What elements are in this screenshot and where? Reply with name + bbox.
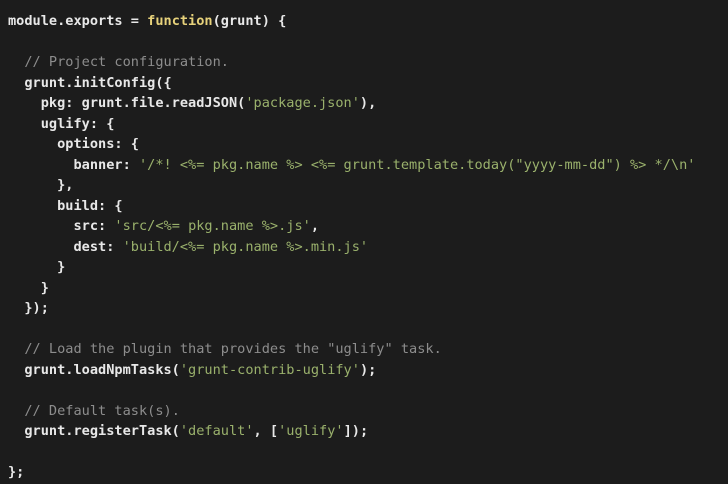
code-lines-container: module.exports = function(grunt) { // Pr… [8,11,728,483]
code-token: grunt.loadNpmTasks( [8,361,180,378]
code-line: module.exports = function(grunt) { [8,11,728,32]
code-line: // Project configuration. [8,52,728,73]
code-token: grunt.registerTask( [8,423,180,439]
code-token: dest: [8,238,123,255]
code-comment: // Project configuration. [24,54,229,70]
code-line: }; [8,462,728,483]
string-literal: 'uglify' [278,423,344,439]
code-token: banner: [8,156,139,173]
code-editor[interactable]: module.exports = function(grunt) { // Pr… [0,0,728,484]
code-line: }, [8,175,728,196]
code-token: , [310,218,320,234]
code-token: src: [8,218,115,234]
code-token: (grunt) { [212,13,287,29]
code-token: , [ [253,423,279,439]
code-comment: // Default task(s). [24,402,180,419]
code-comment: // Load the plugin that provides the "ug… [24,341,442,357]
code-line: // Default task(s). [8,401,728,422]
code-token: pkg: grunt.file.readJSON( [8,95,246,111]
string-literal: 'package.json' [245,95,360,111]
string-literal: 'src/<%= pkg.name %>.js' [114,218,311,234]
code-line: grunt.registerTask('default', ['uglify']… [8,421,728,442]
code-token: module.exports = [8,13,148,29]
code-token: }, [8,177,74,193]
code-token: }); [8,300,49,316]
code-token: }; [8,464,25,480]
code-token: } [8,259,66,275]
string-literal: 'default' [179,423,254,439]
code-line: dest: 'build/<%= pkg.name %>.min.js' [8,237,728,258]
code-token: options: { [8,136,139,152]
code-line: } [8,257,728,278]
code-token: grunt.initConfig({ [8,74,172,91]
string-literal: 'build/<%= pkg.name %>.min.js' [122,238,369,255]
code-line: uglify: { [8,114,728,135]
keyword: function [147,13,213,29]
code-token: ); [359,361,377,378]
code-line: build: { [8,196,728,217]
code-line: } [8,278,728,299]
code-token: ), [359,95,377,111]
code-line: banner: '/*! <%= pkg.name %> <%= grunt.t… [8,155,728,176]
code-line: // Load the plugin that provides the "ug… [8,339,728,360]
code-line: }); [8,298,728,319]
code-line: pkg: grunt.file.readJSON('package.json')… [8,93,728,114]
code-token: uglify: { [8,115,115,132]
code-line: options: { [8,134,728,155]
code-line: grunt.initConfig({ [8,73,728,94]
code-token: ]); [343,423,369,439]
code-line: grunt.loadNpmTasks('grunt-contrib-uglify… [8,360,728,381]
string-literal: '/*! <%= pkg.name %> <%= grunt.template.… [138,156,696,173]
code-token: build: { [8,197,123,214]
code-token: } [8,279,49,296]
string-literal: 'grunt-contrib-uglify' [179,361,360,378]
code-line: src: 'src/<%= pkg.name %>.js', [8,216,728,237]
